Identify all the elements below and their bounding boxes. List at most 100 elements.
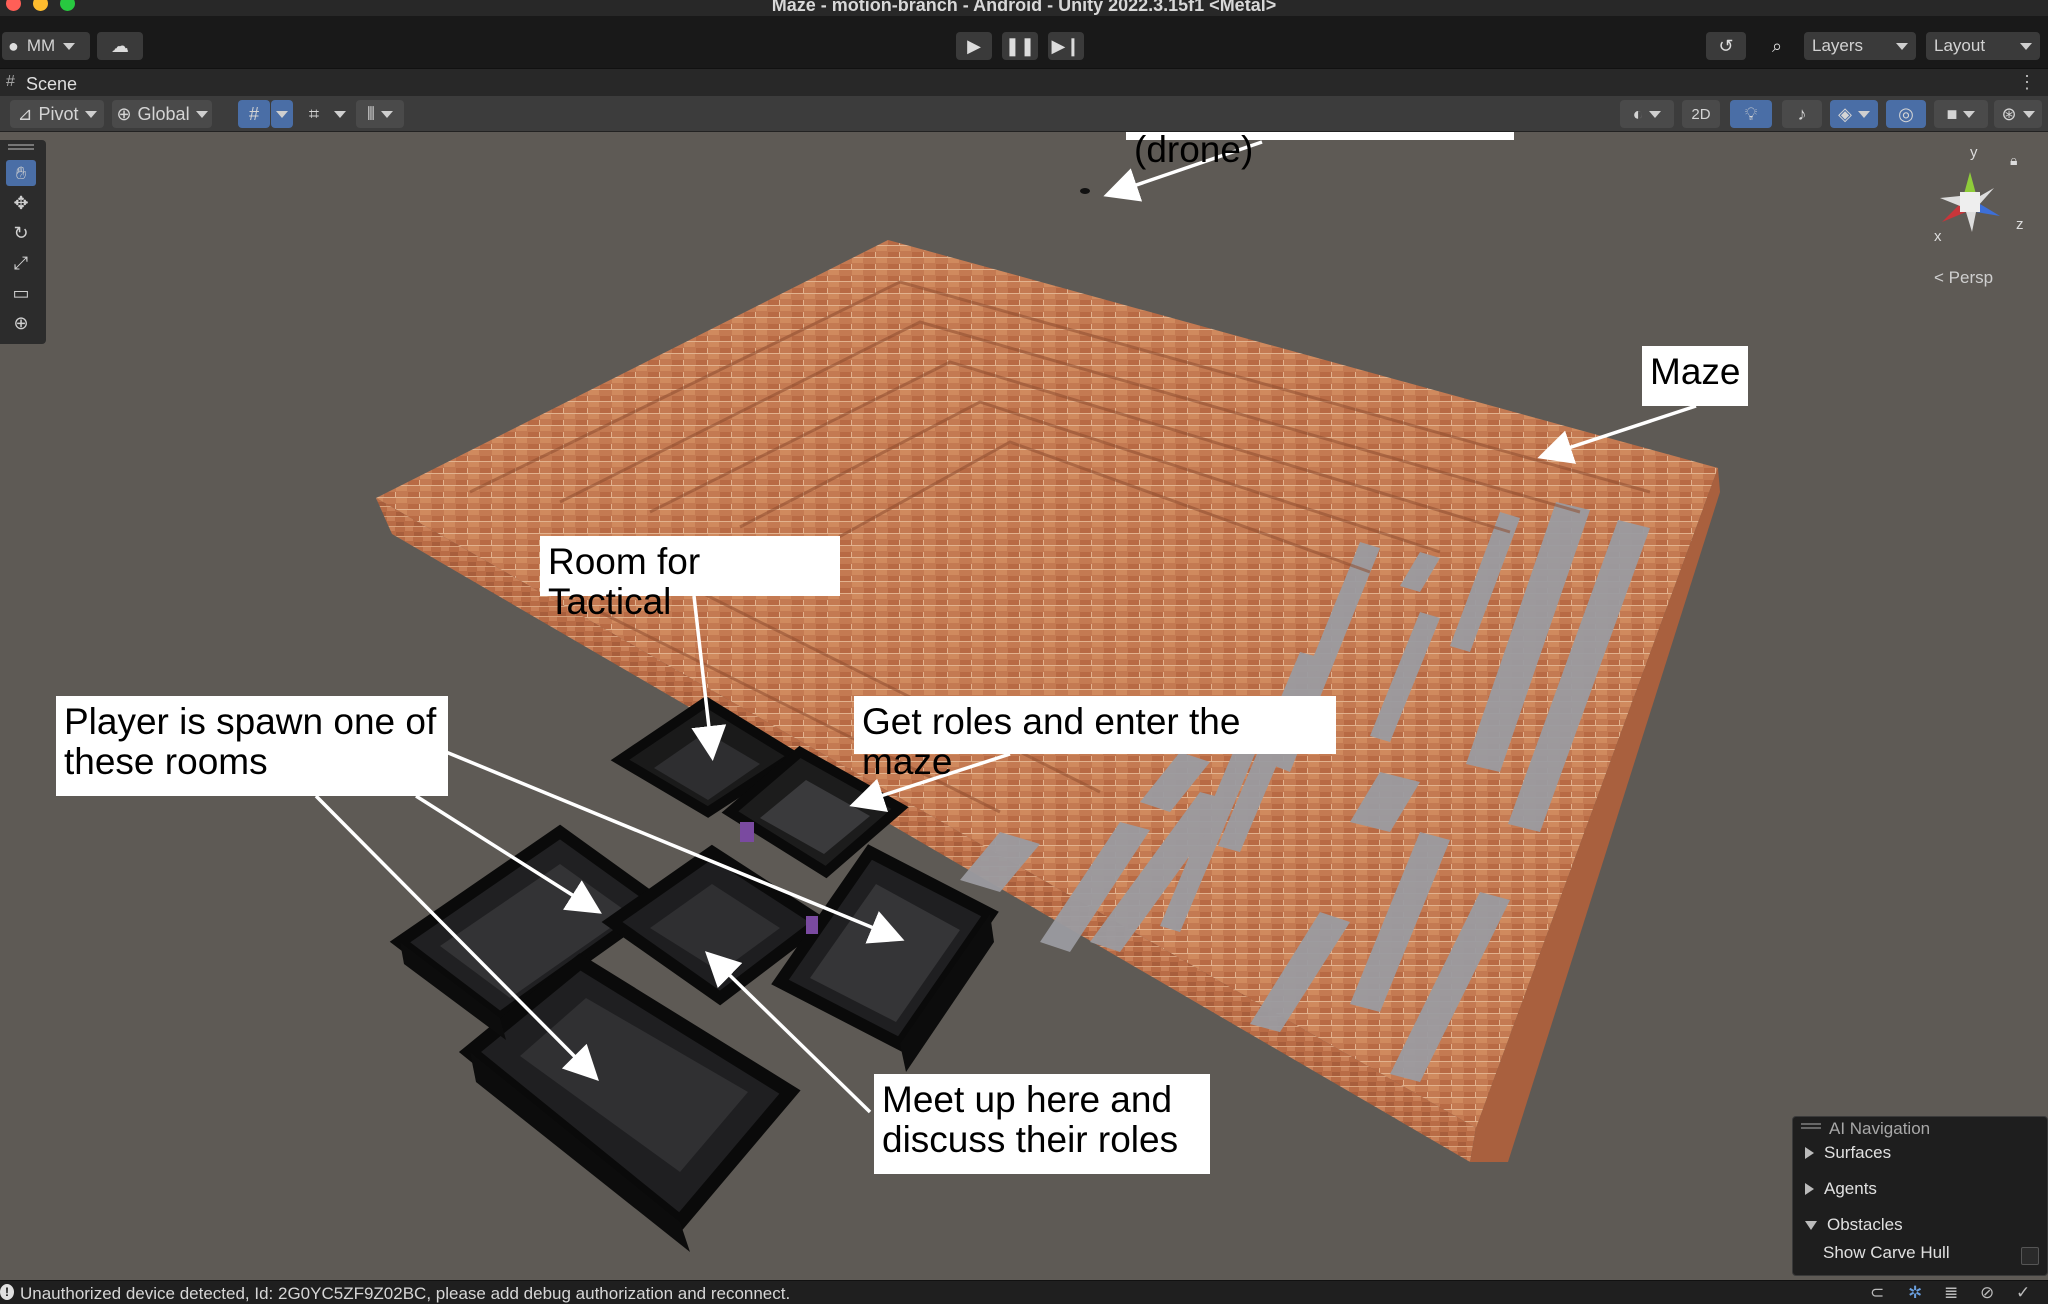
rect-tool[interactable]: ▭ [6, 280, 36, 306]
agents-foldout[interactable]: Agents [1805, 1179, 1877, 1199]
2d-toggle[interactable]: 2D [1682, 100, 1720, 128]
perspective-label: Persp [1948, 268, 1994, 287]
chevron-down-icon [1896, 42, 1908, 50]
search-icon: ⌕ [1771, 35, 1783, 56]
warning-icon: ! [0, 1284, 14, 1300]
hand-icon: ✋︎ [15, 162, 27, 183]
scene-icon: # [6, 73, 15, 90]
drag-handle[interactable] [1801, 1123, 1821, 1129]
effects-dropdown[interactable]: ◈ [1830, 100, 1878, 128]
drag-handle[interactable] [8, 144, 34, 150]
grid-visibility-dropdown[interactable]: ⦀ [356, 100, 404, 128]
hand-tool[interactable]: ✋︎ [6, 160, 36, 186]
camera-icon: ■ [1946, 103, 1958, 124]
increment-snap-dropdown[interactable] [331, 100, 349, 128]
effects-icon: ◈ [1838, 103, 1852, 124]
gizmos-dropdown[interactable]: ⊛ [1994, 100, 2042, 128]
progress-icon[interactable]: ⊘ [1980, 1283, 1994, 1303]
perspective-toggle[interactable]: < Persp [1934, 268, 1993, 288]
search-button[interactable]: ⌕ [1758, 32, 1796, 60]
move-tool[interactable]: ✥ [6, 190, 36, 216]
light-bulb-icon: 💡︎ [1744, 103, 1758, 124]
perspective-icon: < [1934, 268, 1944, 287]
play-button[interactable]: ▶ [956, 32, 992, 60]
scene-toolbar: ⊿ Pivot ⊕ Global # ⌗ ⦀ ◐ 2D 💡︎ ♪ ◈ ◎ ■ ⊛ [0, 96, 2048, 132]
show-carve-hull-checkbox[interactable] [2021, 1247, 2039, 1265]
cloud-icon: ☁ [111, 35, 129, 56]
chevron-right-icon [1805, 1147, 1814, 1159]
globe-icon: ⊕ [116, 103, 132, 124]
shading-mode-dropdown[interactable]: ◐ [1620, 100, 1674, 128]
grid-icon: # [248, 103, 259, 124]
gizmo-x-label: x [1934, 228, 1942, 245]
grid-snap-toggle[interactable]: # [238, 100, 270, 128]
rect-icon: ▭ [12, 282, 30, 303]
undo-history-button[interactable]: ↺ [1706, 32, 1746, 60]
gizmo-icon: ⊛ [2001, 103, 2017, 124]
more-options-icon[interactable]: ⋮ [2018, 72, 2036, 93]
increment-snap-icon: ⌗ [308, 103, 320, 124]
scene-tab-bar: # Scene ⋮ [0, 68, 2048, 96]
layout-label: Layout [1934, 36, 1986, 55]
scale-tool[interactable]: ⤢ [6, 250, 36, 276]
layout-dropdown[interactable]: Layout [1926, 32, 2040, 60]
chevron-down-icon [1805, 1220, 1817, 1230]
debug-icon[interactable]: ✲ [1908, 1283, 1922, 1303]
collab-icon[interactable]: ⊂ [1870, 1283, 1884, 1303]
account-icon: ● [8, 35, 19, 56]
lock-icon[interactable]: 🔒︎ [2010, 152, 2017, 169]
obstacles-label: Obstacles [1827, 1215, 1903, 1234]
show-carve-hull-row: Show Carve Hull [1823, 1243, 1950, 1263]
scene-visibility-toggle[interactable]: ◎ [1886, 100, 1926, 128]
chevron-down-icon [334, 110, 346, 118]
chevron-down-icon [380, 110, 393, 118]
obstacles-foldout[interactable]: Obstacles [1805, 1215, 1903, 1235]
annotation-tactical-room: Room for Tactical [540, 536, 840, 622]
rotate-tool[interactable]: ↻ [6, 220, 36, 246]
scale-icon: ⤢ [13, 252, 29, 273]
annotation-drone: Tactical camera (drone) [1126, 132, 1514, 170]
audio-toggle[interactable]: ♪ [1782, 100, 1822, 128]
agents-label: Agents [1824, 1179, 1877, 1198]
step-button[interactable]: ▶❙ [1048, 32, 1084, 60]
audio-icon: ♪ [1797, 103, 1807, 124]
increment-snap-toggle[interactable]: ⌗ [298, 100, 330, 128]
grid-snap-dropdown[interactable] [271, 100, 293, 128]
transform-icon: ⊕ [13, 312, 29, 333]
scene-viewport[interactable]: y x z 🔒︎ < Persp ✋︎ ✥ ↻ ⤢ ▭ ⊕ (drone) Ma… [0, 132, 2048, 1280]
pause-button[interactable]: ❚❚ [1002, 32, 1038, 60]
cloud-button[interactable]: ☁ [97, 32, 143, 60]
layers-label: Layers [1812, 36, 1864, 55]
tab-scene[interactable]: Scene [26, 74, 77, 95]
transform-tool[interactable]: ⊕ [6, 310, 36, 336]
status-message[interactable]: Unauthorized device detected, Id: 2G0YC5… [20, 1284, 790, 1304]
chevron-down-icon [2022, 110, 2035, 118]
pivot-dropdown[interactable]: ⊿ Pivot [10, 100, 104, 128]
window-title-bar: Maze - motion-branch - Android - Unity 2… [0, 0, 2048, 16]
global-label: Global [137, 103, 190, 124]
camera-dropdown[interactable]: ■ [1934, 100, 1988, 128]
pivot-label: Pivot [38, 103, 79, 124]
lighting-toggle[interactable]: 💡︎ [1730, 100, 1772, 128]
history-icon: ↺ [1718, 35, 1734, 56]
check-icon[interactable]: ✓ [2016, 1283, 2030, 1303]
chevron-down-icon [2020, 42, 2032, 50]
global-dropdown[interactable]: ⊕ Global [112, 100, 212, 128]
surfaces-label: Surfaces [1824, 1143, 1892, 1162]
move-icon: ✥ [13, 192, 29, 213]
layers-dropdown[interactable]: Layers [1804, 32, 1916, 60]
account-dropdown[interactable]: ● MM [2, 32, 90, 60]
drone-marker [1080, 188, 1090, 194]
ai-navigation-overlay: AI Navigation Surfaces Agents Obstacles … [1792, 1116, 2048, 1276]
annotation-roles: Get roles and enter the maze [854, 696, 1336, 782]
chevron-down-icon [1857, 110, 1870, 118]
surfaces-foldout[interactable]: Surfaces [1805, 1143, 1891, 1163]
chevron-down-icon [1963, 110, 1976, 118]
chevron-down-icon [84, 110, 97, 118]
annotation-meetup: Meet up here and discuss their roles [874, 1074, 1210, 1174]
eye-slash-icon: ◎ [1898, 103, 1914, 124]
gizmo-y-label: y [1970, 144, 1978, 161]
cache-icon[interactable]: ≣ [1944, 1283, 1958, 1303]
rotate-icon: ↻ [13, 222, 29, 243]
chevron-down-icon [63, 42, 76, 50]
